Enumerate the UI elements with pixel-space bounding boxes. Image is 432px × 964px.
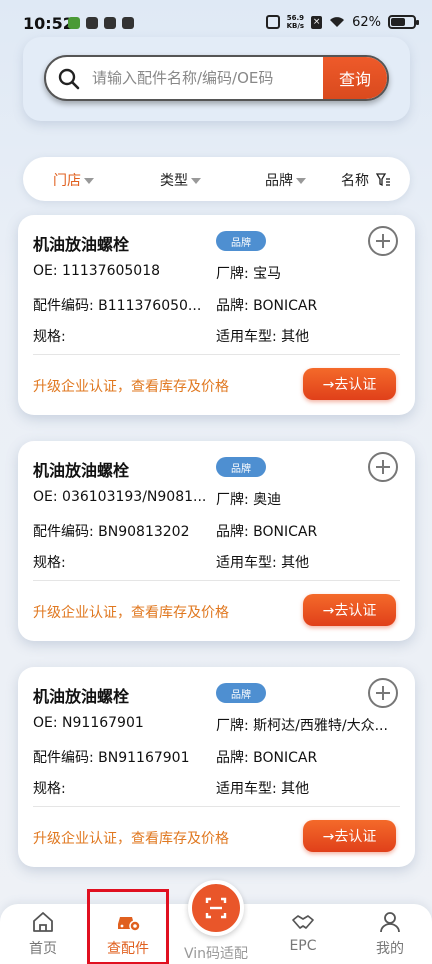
vin-scan-button[interactable]: [188, 880, 244, 936]
vehicle-model: 适用车型: 其他: [216, 781, 310, 797]
add-button[interactable]: [368, 226, 398, 256]
add-button[interactable]: [368, 452, 398, 482]
oe-code: OE: N91167901: [33, 715, 144, 731]
scan-icon: [205, 897, 227, 919]
nav-highlight-box: [87, 889, 169, 964]
nav-mine-label: 我的: [376, 941, 404, 957]
network-speed: 56.9 KB/s: [287, 14, 304, 30]
chevron-down-icon: [84, 177, 94, 184]
filter-store-label: 门店: [53, 173, 81, 189]
filter-funnel-icon: [376, 173, 390, 187]
battery-percent: 62%: [352, 14, 381, 30]
status-time: 10:52: [23, 14, 74, 33]
certify-button[interactable]: →去认证: [303, 594, 396, 626]
filter-type[interactable]: 类型: [160, 170, 201, 190]
filter-bar: 门店 类型 品牌 名称: [23, 157, 410, 201]
user-icon: [380, 912, 400, 933]
status-bar: 10:52 56.9 KB/s × 62%: [0, 0, 432, 40]
app-notification-icon: [86, 17, 98, 29]
oe-code: OE: 11137605018: [33, 263, 161, 279]
part-brand: 品牌: BONICAR: [216, 750, 318, 766]
filter-type-label: 类型: [160, 173, 188, 189]
filter-brand-label: 品牌: [265, 173, 293, 189]
vibrate-icon: [265, 15, 280, 29]
divider: [33, 580, 400, 581]
upgrade-promo-link[interactable]: 升级企业认证，查看库存及价格: [33, 828, 229, 848]
filter-brand[interactable]: 品牌: [265, 170, 306, 190]
part-code: 配件编码: BN91167901: [33, 750, 190, 766]
notification-icons: [68, 17, 134, 29]
net-speed-value: 56.9: [286, 14, 304, 22]
chevron-down-icon: [296, 177, 306, 184]
nav-epc[interactable]: EPC: [268, 910, 338, 954]
filter-store[interactable]: 门店: [53, 170, 94, 190]
part-title: 机油放油螺栓: [33, 687, 130, 706]
brand-badge: 品牌: [216, 457, 266, 477]
oe-code: OE: 036103193/N9081...: [33, 489, 207, 505]
filter-name-label: 名称: [341, 173, 369, 189]
part-code: 配件编码: BN90813202: [33, 524, 190, 540]
battery-fill: [391, 18, 405, 26]
search-box[interactable]: 查询: [44, 55, 389, 101]
search-button[interactable]: 查询: [323, 57, 387, 99]
part-card[interactable]: 机油放油螺栓 品牌 OE: 11137605018 厂牌: 宝马 配件编码: B…: [18, 215, 415, 415]
part-code: 配件编码: B111376050...: [33, 298, 202, 314]
factory-brand: 厂牌: 斯柯达/西雅特/大众...: [216, 718, 388, 734]
divider: [33, 806, 400, 807]
net-speed-unit: KB/s: [286, 22, 305, 30]
certify-button[interactable]: →去认证: [303, 368, 396, 400]
part-brand: 品牌: BONICAR: [216, 298, 318, 314]
brand-badge: 品牌: [216, 231, 266, 251]
status-right: 56.9 KB/s × 62%: [265, 14, 419, 30]
nav-mine[interactable]: 我的: [355, 910, 425, 958]
part-spec: 规格:: [33, 329, 66, 345]
part-spec: 规格:: [33, 781, 66, 797]
chevron-down-icon: [191, 177, 201, 184]
factory-brand: 厂牌: 宝马: [216, 266, 282, 282]
home-icon: [33, 912, 53, 932]
add-button[interactable]: [368, 678, 398, 708]
divider: [33, 354, 400, 355]
link-app-icon: [104, 17, 116, 29]
sim-off-icon: ×: [311, 15, 323, 29]
nav-epc-label: EPC: [289, 938, 317, 954]
nav-home[interactable]: 首页: [8, 910, 78, 958]
part-title: 机油放油螺栓: [33, 461, 130, 480]
part-card[interactable]: 机油放油螺栓 品牌 OE: 036103193/N9081... 厂牌: 奥迪 …: [18, 441, 415, 641]
factory-brand: 厂牌: 奥迪: [216, 492, 282, 508]
upgrade-promo-link[interactable]: 升级企业认证，查看库存及价格: [33, 376, 229, 396]
vehicle-model: 适用车型: 其他: [216, 329, 310, 345]
filter-name[interactable]: 名称: [341, 170, 390, 190]
search-icon: [58, 68, 80, 90]
part-brand: 品牌: BONICAR: [216, 524, 318, 540]
tiktok-icon: [122, 17, 134, 29]
part-spec: 规格:: [33, 555, 66, 571]
nav-home-label: 首页: [29, 941, 57, 957]
brand-badge: 品牌: [216, 683, 266, 703]
nav-vin-label: Vin码适配: [183, 946, 249, 962]
upgrade-promo-link[interactable]: 升级企业认证，查看库存及价格: [33, 602, 229, 622]
wifi-icon: [330, 17, 345, 27]
app-notification-icon: [68, 17, 80, 29]
certify-button[interactable]: →去认证: [303, 820, 396, 852]
vehicle-model: 适用车型: 其他: [216, 555, 310, 571]
part-card[interactable]: 机油放油螺栓 品牌 OE: N91167901 厂牌: 斯柯达/西雅特/大众..…: [18, 667, 415, 867]
part-title: 机油放油螺栓: [33, 235, 130, 254]
search-input[interactable]: [92, 57, 322, 99]
handshake-icon: [292, 915, 314, 929]
battery-icon: [388, 15, 419, 29]
